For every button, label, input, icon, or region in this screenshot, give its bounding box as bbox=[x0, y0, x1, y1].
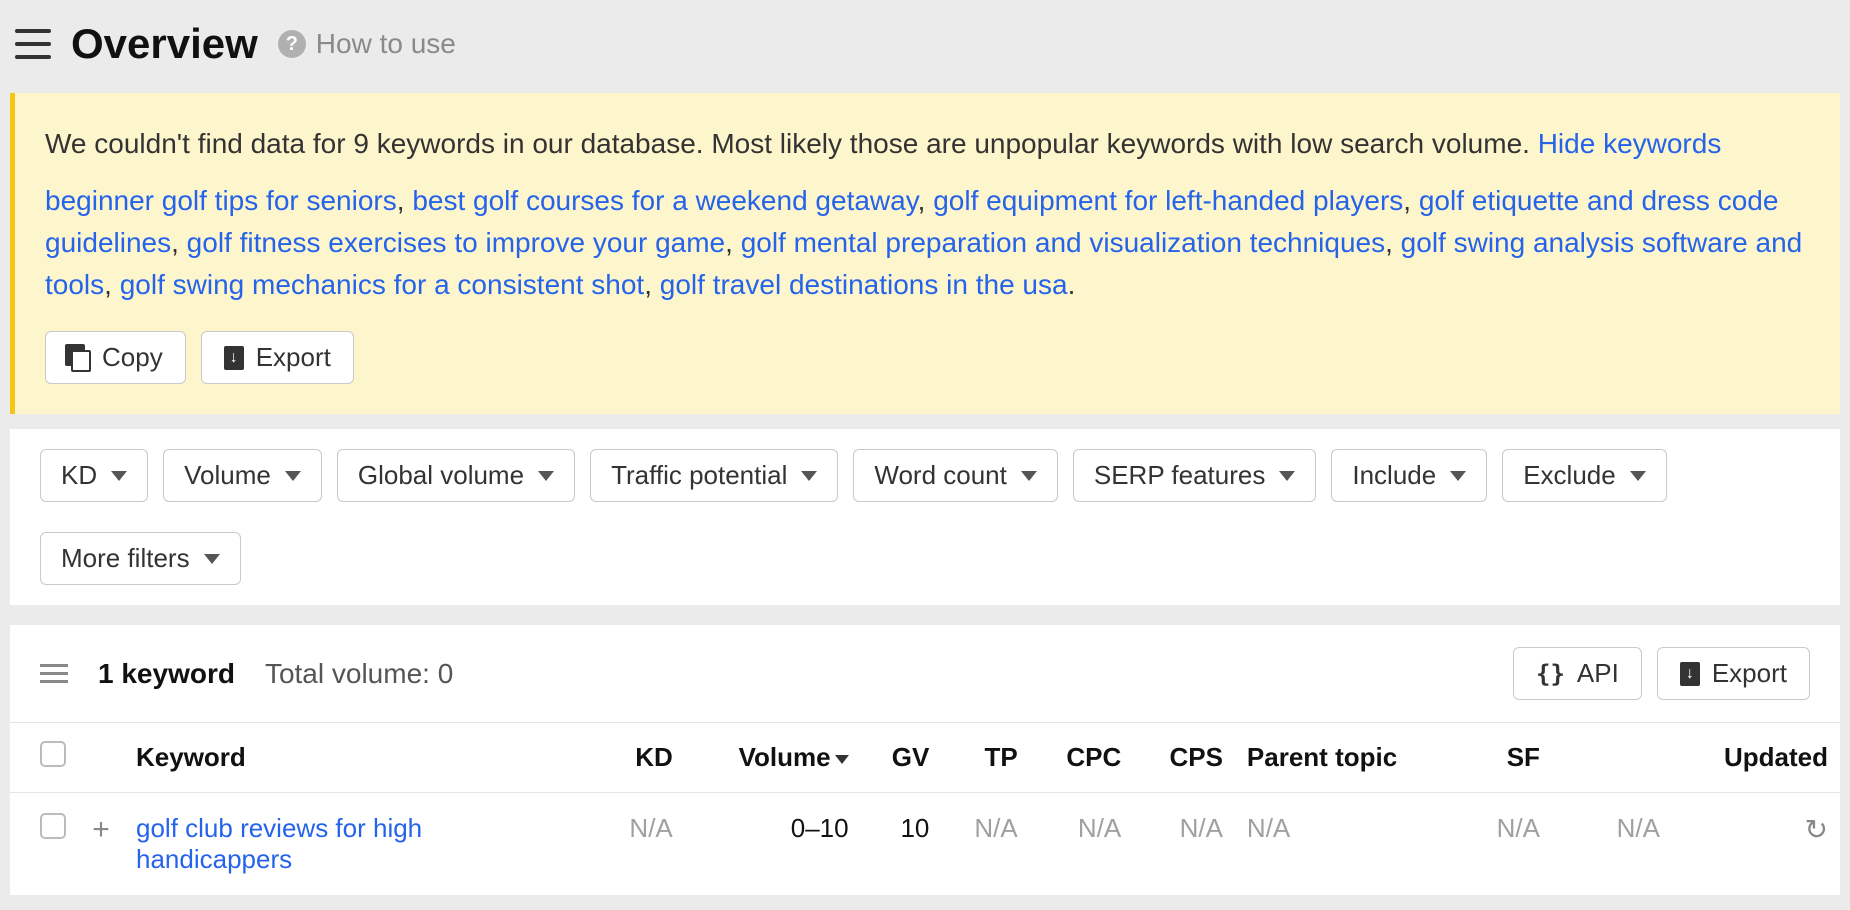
select-all-checkbox[interactable] bbox=[40, 741, 66, 767]
chevron-down-icon bbox=[204, 554, 220, 564]
missing-keyword-list: beginner golf tips for seniors, best gol… bbox=[45, 180, 1810, 306]
cell-cps: N/A bbox=[1133, 793, 1235, 896]
results-panel: 1 keyword Total volume: 0 {} API Export … bbox=[10, 625, 1840, 895]
filter-kd[interactable]: KD bbox=[40, 449, 148, 502]
cell-tp: N/A bbox=[941, 793, 1029, 896]
filter-more[interactable]: More filters bbox=[40, 532, 241, 585]
filter-include[interactable]: Include bbox=[1331, 449, 1487, 502]
missing-keyword-link[interactable]: best golf courses for a weekend getaway bbox=[412, 185, 917, 216]
api-icon: {} bbox=[1536, 660, 1565, 688]
cell-parent-topic: N/A bbox=[1235, 793, 1464, 896]
export-results-button[interactable]: Export bbox=[1657, 647, 1810, 700]
missing-keyword-link[interactable]: beginner golf tips for seniors bbox=[45, 185, 397, 216]
cell-gv: 10 bbox=[861, 793, 942, 896]
alert-actions: Copy Export bbox=[45, 331, 1810, 384]
row-checkbox[interactable] bbox=[40, 813, 66, 839]
col-kd[interactable]: KD bbox=[596, 723, 684, 793]
missing-keyword-link[interactable]: golf travel destinations in the usa bbox=[660, 269, 1068, 300]
keyword-link[interactable]: golf club reviews for high handicappers bbox=[136, 813, 422, 874]
chevron-down-icon bbox=[285, 471, 301, 481]
cell-kd: N/A bbox=[596, 793, 684, 896]
col-gv[interactable]: GV bbox=[861, 723, 942, 793]
how-to-use-link[interactable]: ? How to use bbox=[278, 28, 456, 60]
missing-keyword-link[interactable]: golf equipment for left-handed players bbox=[933, 185, 1403, 216]
table-row: + golf club reviews for high handicapper… bbox=[10, 793, 1840, 896]
api-button[interactable]: {} API bbox=[1513, 647, 1642, 700]
chevron-down-icon bbox=[1279, 471, 1295, 481]
chevron-down-icon bbox=[1021, 471, 1037, 481]
col-keyword[interactable]: Keyword bbox=[124, 723, 596, 793]
total-volume: Total volume: 0 bbox=[265, 658, 453, 690]
export-icon bbox=[1680, 662, 1700, 686]
col-updated[interactable]: Updated bbox=[1672, 723, 1840, 793]
col-parent-topic[interactable]: Parent topic bbox=[1235, 723, 1464, 793]
cell-sf: N/A bbox=[1464, 793, 1552, 896]
chevron-down-icon bbox=[801, 471, 817, 481]
filter-global-volume[interactable]: Global volume bbox=[337, 449, 575, 502]
keywords-table: Keyword KD Volume GV TP CPC CPS Parent t… bbox=[10, 722, 1840, 895]
col-cps[interactable]: CPS bbox=[1133, 723, 1235, 793]
help-icon: ? bbox=[278, 30, 306, 58]
cell-cpc: N/A bbox=[1030, 793, 1134, 896]
alert-message: We couldn't find data for 9 keywords in … bbox=[45, 123, 1810, 165]
missing-keyword-link[interactable]: golf swing mechanics for a consistent sh… bbox=[120, 269, 644, 300]
col-sf[interactable]: SF bbox=[1464, 723, 1552, 793]
list-view-icon[interactable] bbox=[40, 664, 68, 683]
chevron-down-icon bbox=[538, 471, 554, 481]
chevron-down-icon bbox=[1630, 471, 1646, 481]
chevron-down-icon bbox=[111, 471, 127, 481]
filter-exclude[interactable]: Exclude bbox=[1502, 449, 1667, 502]
how-to-use-label: How to use bbox=[316, 28, 456, 60]
filter-serp-features[interactable]: SERP features bbox=[1073, 449, 1317, 502]
page-header: Overview ? How to use bbox=[0, 0, 1850, 93]
page-title: Overview bbox=[71, 20, 258, 68]
filter-word-count[interactable]: Word count bbox=[853, 449, 1057, 502]
results-header: 1 keyword Total volume: 0 {} API Export bbox=[10, 625, 1840, 722]
export-button[interactable]: Export bbox=[201, 331, 354, 384]
filters-panel: KD Volume Global volume Traffic potentia… bbox=[10, 429, 1840, 605]
missing-keywords-alert: We couldn't find data for 9 keywords in … bbox=[10, 93, 1840, 414]
copy-icon bbox=[68, 347, 90, 369]
col-cpc[interactable]: CPC bbox=[1030, 723, 1134, 793]
cell-volume: 0–10 bbox=[685, 793, 861, 896]
cell-updated: N/A bbox=[1552, 793, 1672, 896]
menu-icon[interactable] bbox=[15, 29, 51, 59]
col-tp[interactable]: TP bbox=[941, 723, 1029, 793]
export-icon bbox=[224, 346, 244, 370]
hide-keywords-link[interactable]: Hide keywords bbox=[1538, 128, 1722, 159]
keyword-count: 1 keyword bbox=[98, 658, 235, 690]
chevron-down-icon bbox=[1450, 471, 1466, 481]
sort-desc-icon bbox=[835, 755, 849, 764]
col-volume[interactable]: Volume bbox=[685, 723, 861, 793]
refresh-icon[interactable]: ↻ bbox=[1805, 814, 1828, 845]
filter-traffic-potential[interactable]: Traffic potential bbox=[590, 449, 838, 502]
copy-button[interactable]: Copy bbox=[45, 331, 186, 384]
expand-icon[interactable]: + bbox=[92, 813, 110, 846]
missing-keyword-link[interactable]: golf fitness exercises to improve your g… bbox=[187, 227, 725, 258]
missing-keyword-link[interactable]: golf mental preparation and visualizatio… bbox=[741, 227, 1385, 258]
filter-volume[interactable]: Volume bbox=[163, 449, 322, 502]
